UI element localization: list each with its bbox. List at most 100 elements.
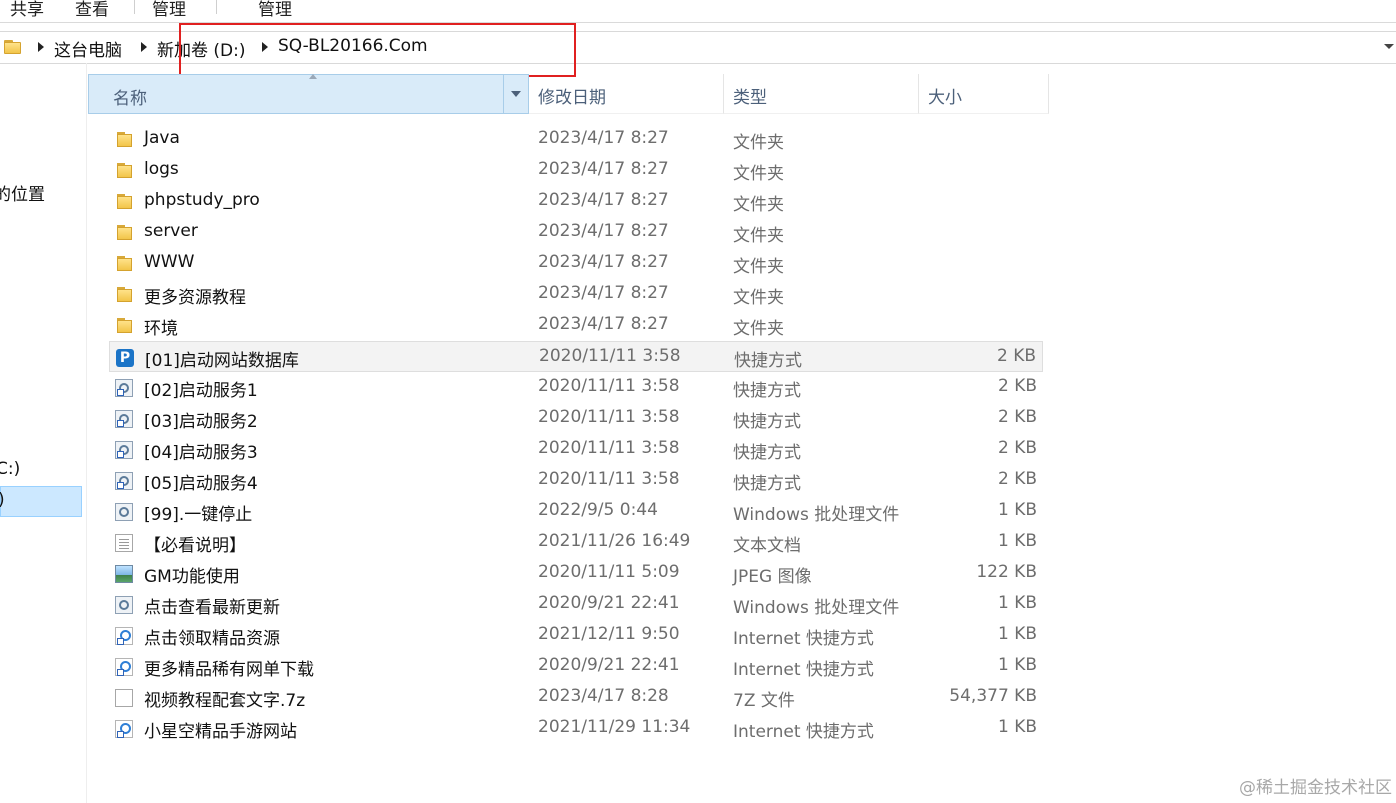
folder-icon: [115, 286, 133, 304]
highlight-annotation-box: [179, 23, 576, 77]
file-row[interactable]: [05]启动服务4 2020/11/11 3:58 快捷方式 2 KB: [109, 465, 1043, 496]
file-size: 2 KB: [996, 346, 1036, 366]
folder-icon: [115, 162, 133, 180]
file-name: [03]启动服务2: [144, 412, 258, 432]
file-date: 2021/12/11 9:50: [538, 624, 680, 644]
file-size: 1 KB: [997, 655, 1037, 675]
file-date: 2023/4/17 8:28: [538, 686, 669, 706]
file-date: 2020/9/21 22:41: [538, 655, 680, 675]
file-row[interactable]: 视频教程配套文字.7z 2023/4/17 8:28 7Z 文件 54,377 KB: [109, 682, 1043, 713]
file-row[interactable]: 点击查看最新更新 2020/9/21 22:41 Windows 批处理文件 1 KB: [109, 589, 1043, 620]
file-size: 1 KB: [997, 717, 1037, 737]
batch-file-icon: [115, 503, 133, 521]
file-name: Java: [144, 128, 180, 148]
file-name: [01]启动网站数据库: [145, 351, 299, 371]
column-header-date[interactable]: 修改日期: [529, 74, 724, 114]
ribbon-tab-view[interactable]: 查看: [75, 0, 109, 20]
nav-item-selected-highlight[interactable]: [0, 486, 82, 517]
file-type: 快捷方式: [733, 474, 801, 494]
file-date: 2020/11/11 3:58: [538, 469, 680, 489]
file-size: 1 KB: [997, 500, 1037, 520]
file-name: [99].一键停止: [144, 505, 253, 525]
file-name: 更多精品稀有网单下载: [144, 660, 314, 680]
breadcrumb-arrow-icon[interactable]: [141, 42, 147, 52]
file-date: 2023/4/17 8:27: [538, 190, 669, 210]
ribbon-separator: [134, 0, 135, 14]
internet-shortcut-icon: [115, 658, 133, 676]
file-type: 文件夹: [733, 257, 784, 277]
file-row[interactable]: 更多资源教程 2023/4/17 8:27 文件夹: [109, 279, 1043, 310]
file-size: 1 KB: [997, 531, 1037, 551]
file-type: 文件夹: [733, 133, 784, 153]
file-row[interactable]: [99].一键停止 2022/9/5 0:44 Windows 批处理文件 1 KB: [109, 496, 1043, 527]
file-date: 2023/4/17 8:27: [538, 128, 669, 148]
file-type: 7Z 文件: [733, 691, 795, 711]
file-name: 环境: [144, 319, 178, 339]
file-date: 2020/11/11 3:58: [539, 346, 681, 366]
column-header-name[interactable]: 名称: [88, 74, 529, 114]
column-header-size-label: 大小: [928, 88, 962, 108]
breadcrumb-arrow-icon[interactable]: [38, 42, 44, 52]
ribbon-separator: [216, 0, 217, 14]
nav-item-locations[interactable]: 的位置: [0, 180, 45, 205]
file-row[interactable]: [04]启动服务3 2020/11/11 3:58 快捷方式 2 KB: [109, 434, 1043, 465]
file-row[interactable]: 环境 2023/4/17 8:27 文件夹: [109, 310, 1043, 341]
file-type: Internet 快捷方式: [733, 722, 874, 742]
file-row[interactable]: 点击领取精品资源 2021/12/11 9:50 Internet 快捷方式 1 KB: [109, 620, 1043, 651]
breadcrumb-this-pc[interactable]: 这台电脑: [54, 36, 122, 61]
file-row[interactable]: 小星空精品手游网站 2021/11/29 11:34 Internet 快捷方式 1 …: [109, 713, 1043, 744]
file-row[interactable]: 【必看说明】 2021/11/26 16:49 文本文档 1 KB: [109, 527, 1043, 558]
file-row[interactable]: 更多精品稀有网单下载 2020/9/21 22:41 Internet 快捷方式 1 …: [109, 651, 1043, 682]
file-date: 2020/11/11 3:58: [538, 438, 680, 458]
file-name: server: [144, 221, 198, 241]
file-row[interactable]: Java 2023/4/17 8:27 文件夹: [109, 124, 1043, 155]
column-filter-dropdown-icon[interactable]: [511, 91, 521, 97]
file-type: 文件夹: [733, 288, 784, 308]
file-row[interactable]: WWW 2023/4/17 8:27 文件夹: [109, 248, 1043, 279]
folder-icon: [115, 317, 133, 335]
file-date: 2020/9/21 22:41: [538, 593, 680, 613]
nav-item-drive-d[interactable]: ): [0, 490, 5, 510]
file-type: 快捷方式: [733, 443, 801, 463]
file-list: Java 2023/4/17 8:27 文件夹 logs 2023/4/17 8:27 文…: [109, 124, 1043, 744]
folder-icon: [4, 40, 21, 54]
file-row[interactable]: phpstudy_pro 2023/4/17 8:27 文件夹: [109, 186, 1043, 217]
batch-shortcut-icon: [115, 472, 133, 490]
ribbon-tab-manage-2[interactable]: 管理: [258, 0, 292, 20]
column-header-size[interactable]: 大小: [919, 74, 1049, 114]
file-type: JPEG 图像: [733, 567, 812, 587]
batch-shortcut-icon: [115, 441, 133, 459]
nav-item-drive-c[interactable]: C:): [0, 459, 20, 479]
file-date: 2023/4/17 8:27: [538, 252, 669, 272]
sort-indicator-icon: [309, 74, 317, 79]
file-date: 2021/11/29 11:34: [538, 717, 691, 737]
file-size: 2 KB: [997, 407, 1037, 427]
file-type: 文本文档: [733, 536, 801, 556]
file-row[interactable]: server 2023/4/17 8:27 文件夹: [109, 217, 1043, 248]
file-size: 122 KB: [976, 562, 1037, 582]
file-type: 文件夹: [733, 226, 784, 246]
column-header-type[interactable]: 类型: [724, 74, 919, 114]
file-name: 点击查看最新更新: [144, 598, 280, 618]
file-row[interactable]: [02]启动服务1 2020/11/11 3:58 快捷方式 2 KB: [109, 372, 1043, 403]
column-header-type-label: 类型: [733, 88, 767, 108]
ribbon-tab-share[interactable]: 共享: [10, 0, 44, 20]
file-row[interactable]: P [01]启动网站数据库 2020/11/11 3:58 快捷方式 2 KB: [109, 341, 1043, 372]
ribbon-tab-manage-1[interactable]: 管理: [152, 0, 186, 20]
file-size: 1 KB: [997, 593, 1037, 613]
file-row[interactable]: [03]启动服务2 2020/11/11 3:58 快捷方式 2 KB: [109, 403, 1043, 434]
internet-shortcut-icon: [115, 720, 133, 738]
watermark-text: @稀土掘金技术社区: [1239, 778, 1392, 798]
file-name: 点击领取精品资源: [144, 629, 280, 649]
image-file-icon: [115, 565, 133, 583]
column-header-name-label: 名称: [113, 89, 147, 109]
file-date: 2023/4/17 8:27: [538, 159, 669, 179]
file-type: 快捷方式: [734, 351, 802, 371]
file-row[interactable]: logs 2023/4/17 8:27 文件夹: [109, 155, 1043, 186]
file-row[interactable]: GM功能使用 2020/11/11 5:09 JPEG 图像 122 KB: [109, 558, 1043, 589]
address-dropdown-icon[interactable]: [1384, 44, 1394, 49]
file-size: 54,377 KB: [949, 686, 1037, 706]
file-type: 快捷方式: [733, 381, 801, 401]
column-header-divider: [503, 75, 504, 113]
file-name: 更多资源教程: [144, 288, 246, 308]
